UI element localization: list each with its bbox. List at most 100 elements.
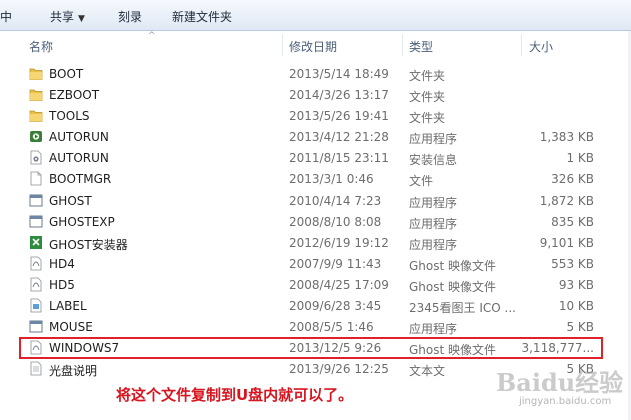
file-row[interactable]: HD5 2008/4/25 17:09 Ghost 映像文件 93 KB xyxy=(0,274,631,295)
file-date: 2009/6/28 3:45 xyxy=(289,299,382,314)
text-file-icon xyxy=(29,361,43,376)
file-name: AUTORUN xyxy=(49,130,109,145)
app-window-icon xyxy=(29,319,43,334)
file-name: TOOLS xyxy=(49,109,90,124)
burn-button[interactable]: 刻录 xyxy=(118,8,142,25)
file-row[interactable]: TOOLS 2013/5/26 19:41 文件夹 xyxy=(0,105,631,126)
file-type: Ghost 映像文件 xyxy=(409,258,497,273)
file-row[interactable]: LABEL 2009/6/28 3:45 2345看图王 ICO ... 10 KB xyxy=(0,295,631,316)
annotation-text: 将这个文件复制到U盘内就可以了。 xyxy=(116,386,354,404)
file-type: 应用程序 xyxy=(409,322,458,337)
highlight-box xyxy=(19,337,603,359)
column-divider[interactable] xyxy=(521,34,522,56)
file-date: 2013/3/1 0:46 xyxy=(289,172,374,187)
ghost-image-icon xyxy=(29,277,43,292)
file-date: 2008/5/5 1:46 xyxy=(289,320,374,335)
settings-file-icon xyxy=(29,150,43,165)
dropdown-arrow-icon: ▼ xyxy=(78,14,85,24)
file-type: 安装信息 xyxy=(409,153,458,168)
file-date: 2013/9/26 12:25 xyxy=(289,362,389,377)
file-size: 1 KB xyxy=(566,151,594,166)
file-name: BOOT xyxy=(49,67,84,81)
file-size: 835 KB xyxy=(551,214,594,229)
column-divider[interactable] xyxy=(282,34,283,56)
file-size: 553 KB xyxy=(551,256,594,271)
file-size: 326 KB xyxy=(551,172,594,187)
folder-icon xyxy=(29,108,43,123)
sort-ascending-icon: ^ xyxy=(148,31,156,41)
column-size[interactable]: 大小 xyxy=(529,38,553,55)
file-name: MOUSE xyxy=(49,320,93,335)
file-name: GHOST xyxy=(49,193,92,208)
file-size: 10 KB xyxy=(558,299,594,314)
folder-icon xyxy=(29,66,43,81)
file-date: 2011/8/15 23:11 xyxy=(289,151,389,166)
new-folder-button[interactable]: 新建文件夹 xyxy=(172,8,232,25)
file-name: LABEL xyxy=(49,299,87,314)
file-date: 2014/3/26 13:17 xyxy=(289,88,389,103)
toolbar: 中 共享 ▼ 刻录 新建文件夹 xyxy=(0,0,631,31)
file-name: 光盘说明 xyxy=(49,364,98,379)
file-row[interactable]: HD4 2007/9/9 11:43 Ghost 映像文件 553 KB xyxy=(0,253,631,274)
file-type: 文本文 xyxy=(409,364,446,379)
blank-file-icon xyxy=(29,171,43,186)
file-size: 9,101 KB xyxy=(539,235,594,250)
file-size: 5 KB xyxy=(566,320,594,335)
file-type: 应用程序 xyxy=(409,195,458,210)
file-list: BOOT 2013/5/14 18:49 文件夹 EZBOOT 2014/3/26 13… xyxy=(0,63,631,379)
watermark-logo: Baidu经验 xyxy=(496,368,624,397)
app-window-icon xyxy=(29,214,43,229)
file-type: 文件夹 xyxy=(409,69,446,83)
file-date: 2010/4/14 7:23 xyxy=(289,193,382,208)
share-label: 共享 xyxy=(50,10,75,24)
file-type: 应用程序 xyxy=(409,237,458,252)
file-name: BOOTMGR xyxy=(49,172,112,187)
file-type: 文件 xyxy=(409,174,434,189)
ico-file-icon xyxy=(29,298,43,313)
installer-icon xyxy=(29,235,43,250)
file-date: 2008/4/25 17:09 xyxy=(289,277,389,292)
file-type: 文件夹 xyxy=(409,90,446,105)
column-name[interactable]: 名称 xyxy=(29,38,53,55)
file-row[interactable]: GHOSTEXP 2008/8/10 8:08 应用程序 835 KB xyxy=(0,211,631,232)
file-row[interactable]: AUTORUN 2013/4/12 21:28 应用程序 1,383 KB xyxy=(0,126,631,147)
app-window-icon xyxy=(29,193,43,208)
file-name: GHOSTEXP xyxy=(49,214,115,229)
autorun-app-icon xyxy=(29,129,43,144)
watermark-url: jingyan.baidu.com xyxy=(519,396,612,407)
file-row[interactable]: GHOST安装器 2012/6/19 19:12 应用程序 9,101 KB xyxy=(0,232,631,253)
file-date: 2008/8/10 8:08 xyxy=(289,214,382,229)
share-menu-button[interactable]: 共享 ▼ xyxy=(50,8,85,25)
ghost-image-icon xyxy=(29,256,43,271)
file-name: HD5 xyxy=(49,277,75,292)
file-size: 1,872 KB xyxy=(539,193,594,208)
toolbar-partial-item[interactable]: 中 xyxy=(0,8,12,25)
file-date: 2013/5/14 18:49 xyxy=(289,67,389,81)
column-type[interactable]: 类型 xyxy=(409,38,433,55)
file-type: 2345看图王 ICO ... xyxy=(409,301,516,316)
file-row[interactable]: BOOTMGR 2013/3/1 0:46 文件 326 KB xyxy=(0,168,631,189)
file-date: 2013/4/12 21:28 xyxy=(289,130,389,145)
file-date: 2007/9/9 11:43 xyxy=(289,256,382,271)
column-date[interactable]: 修改日期 xyxy=(289,38,337,55)
file-row[interactable]: GHOST 2010/4/14 7:23 应用程序 1,872 KB xyxy=(0,190,631,211)
column-divider[interactable] xyxy=(402,34,403,56)
file-row[interactable]: EZBOOT 2014/3/26 13:17 文件夹 xyxy=(0,84,631,105)
file-row[interactable]: MOUSE 2008/5/5 1:46 应用程序 5 KB xyxy=(0,316,631,337)
file-name: GHOST安装器 xyxy=(49,237,128,252)
file-type: 文件夹 xyxy=(409,111,446,126)
file-name: HD4 xyxy=(49,256,75,271)
file-size: 93 KB xyxy=(558,277,594,292)
column-header: ^ 名称 修改日期 类型 大小 xyxy=(0,31,631,58)
file-type: 应用程序 xyxy=(409,216,458,231)
file-name: EZBOOT xyxy=(49,88,100,103)
file-row[interactable]: BOOT 2013/5/14 18:49 文件夹 xyxy=(0,63,631,84)
file-type: 应用程序 xyxy=(409,132,458,147)
file-date: 2012/6/19 19:12 xyxy=(289,235,389,250)
file-type: Ghost 映像文件 xyxy=(409,279,497,294)
file-name: AUTORUN xyxy=(49,151,109,166)
file-date: 2013/5/26 19:41 xyxy=(289,109,389,124)
folder-icon xyxy=(29,87,43,102)
file-row[interactable]: AUTORUN 2011/8/15 23:11 安装信息 1 KB xyxy=(0,147,631,168)
file-size: 1,383 KB xyxy=(539,130,594,145)
